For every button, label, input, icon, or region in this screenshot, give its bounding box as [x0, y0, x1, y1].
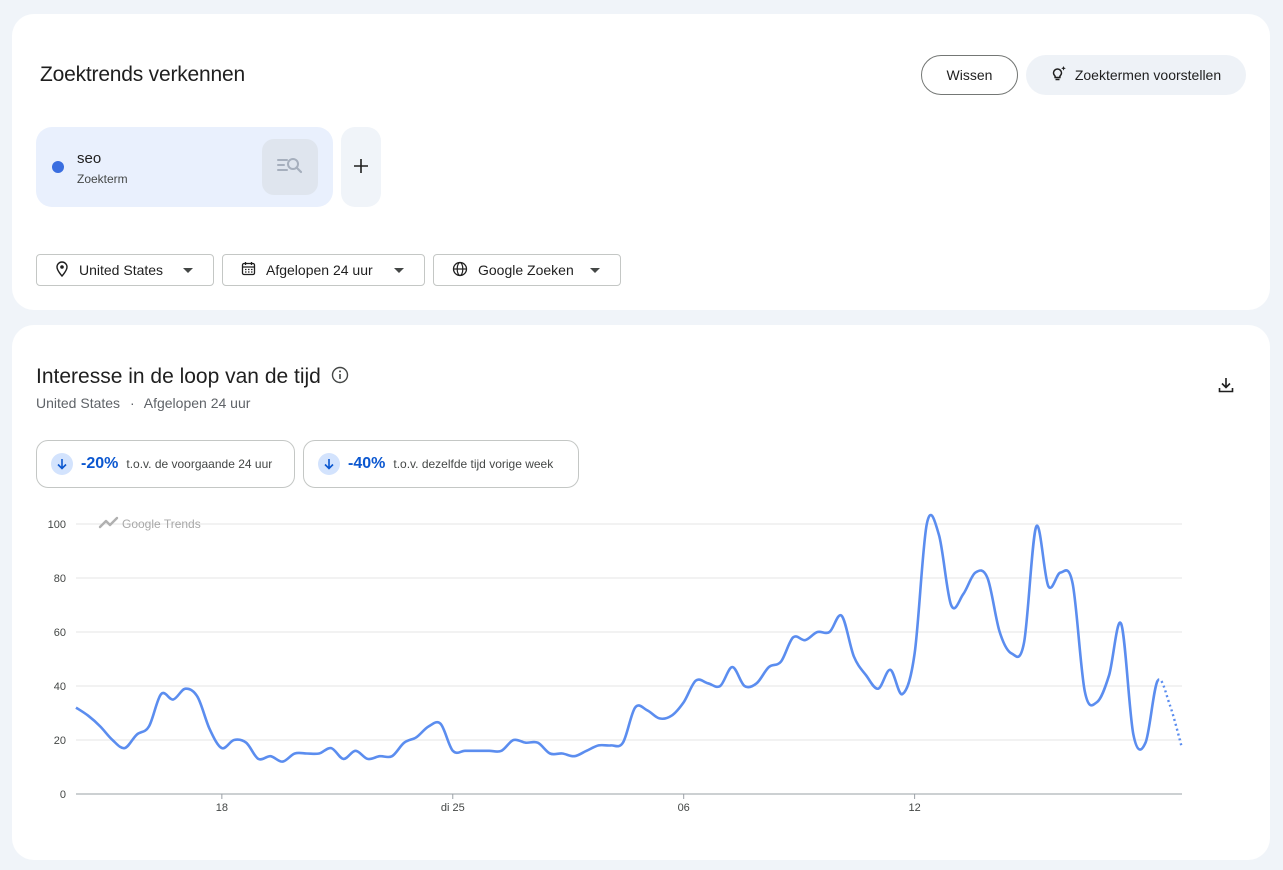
term-type: Zoekterm [77, 172, 128, 186]
arrow-down-icon [51, 453, 73, 475]
suggest-terms-button[interactable]: Zoektermen voorstellen [1026, 55, 1246, 95]
interest-line-chart: 0 20 40 60 80 100 18 di 25 06 12 Google Trends [48, 513, 1184, 814]
search-term-chip[interactable]: seo Zoekterm [36, 127, 333, 207]
x-tick-label: 18 [216, 802, 228, 814]
source-filter[interactable]: Google Zoeken [433, 254, 621, 286]
chart-subtitle: United States · Afgelopen 24 uur [36, 395, 250, 411]
term-search-button[interactable] [262, 139, 318, 195]
trend-watermark-icon [98, 516, 119, 529]
calendar-icon [241, 261, 256, 279]
x-tick-label: di 25 [441, 802, 465, 814]
arrow-down-icon [318, 453, 340, 475]
page-title: Zoektrends verkennen [40, 63, 245, 86]
stat-value: -40% [348, 455, 386, 472]
explore-card: Zoektrends verkennen Wissen Zoektermen v… [12, 14, 1270, 310]
time-filter-label: Afgelopen 24 uur [266, 262, 373, 278]
x-tick-label: 12 [908, 802, 920, 814]
dropdown-caret-icon [590, 268, 600, 273]
region-filter[interactable]: United States [36, 254, 214, 286]
term-name: seo [77, 150, 102, 167]
chart-grid: 0 20 40 60 80 100 18 di 25 06 12 [48, 519, 1182, 814]
series-line-seo [75, 513, 1159, 763]
stat-description: t.o.v. dezelfde tijd vorige week [393, 457, 554, 471]
dropdown-caret-icon [394, 268, 404, 273]
source-filter-label: Google Zoeken [478, 262, 574, 278]
y-tick-label: 20 [54, 735, 66, 747]
plus-icon [353, 153, 369, 181]
subtitle-time: Afgelopen 24 uur [143, 395, 251, 411]
sparkle-bulb-icon [1051, 65, 1067, 86]
download-button[interactable] [1212, 373, 1240, 401]
clear-button[interactable]: Wissen [921, 55, 1018, 95]
stat-change-previous: -20% t.o.v. de voorgaande 24 uur [36, 440, 295, 488]
time-filter[interactable]: Afgelopen 24 uur [222, 254, 425, 286]
y-tick-label: 60 [54, 627, 66, 639]
y-tick-label: 100 [48, 519, 66, 531]
subtitle-region: United States [36, 395, 121, 411]
chart-series [75, 513, 1184, 763]
stat-description: t.o.v. de voorgaande 24 uur [126, 457, 273, 471]
y-tick-label: 80 [54, 573, 66, 585]
series-line-partial-data [1156, 678, 1184, 749]
dropdown-caret-icon [183, 268, 193, 273]
clear-button-label: Wissen [946, 67, 993, 83]
stat-change-last-week: -40% t.o.v. dezelfde tijd vorige week [303, 440, 579, 488]
y-tick-label: 40 [54, 681, 66, 693]
chart-header: Interesse in de loop van de tijd [36, 365, 349, 389]
region-filter-label: United States [79, 262, 164, 278]
info-icon[interactable] [331, 366, 349, 389]
x-tick-label: 06 [678, 802, 690, 814]
add-term-button[interactable] [341, 127, 381, 207]
stat-value: -20% [81, 455, 119, 472]
subtitle-separator: · [129, 395, 135, 411]
chart-section-title: Interesse in de loop van de tijd [36, 365, 321, 388]
location-pin-icon [55, 260, 69, 280]
suggest-terms-label: Zoektermen voorstellen [1074, 67, 1222, 83]
term-color-dot [52, 161, 64, 173]
download-icon [1217, 376, 1235, 399]
globe-icon [452, 261, 468, 280]
y-tick-label: 0 [60, 789, 66, 801]
list-search-icon [276, 155, 304, 180]
watermark-text: Google Trends [122, 517, 201, 531]
interest-over-time-card: Interesse in de loop van de tijd United … [12, 325, 1270, 860]
